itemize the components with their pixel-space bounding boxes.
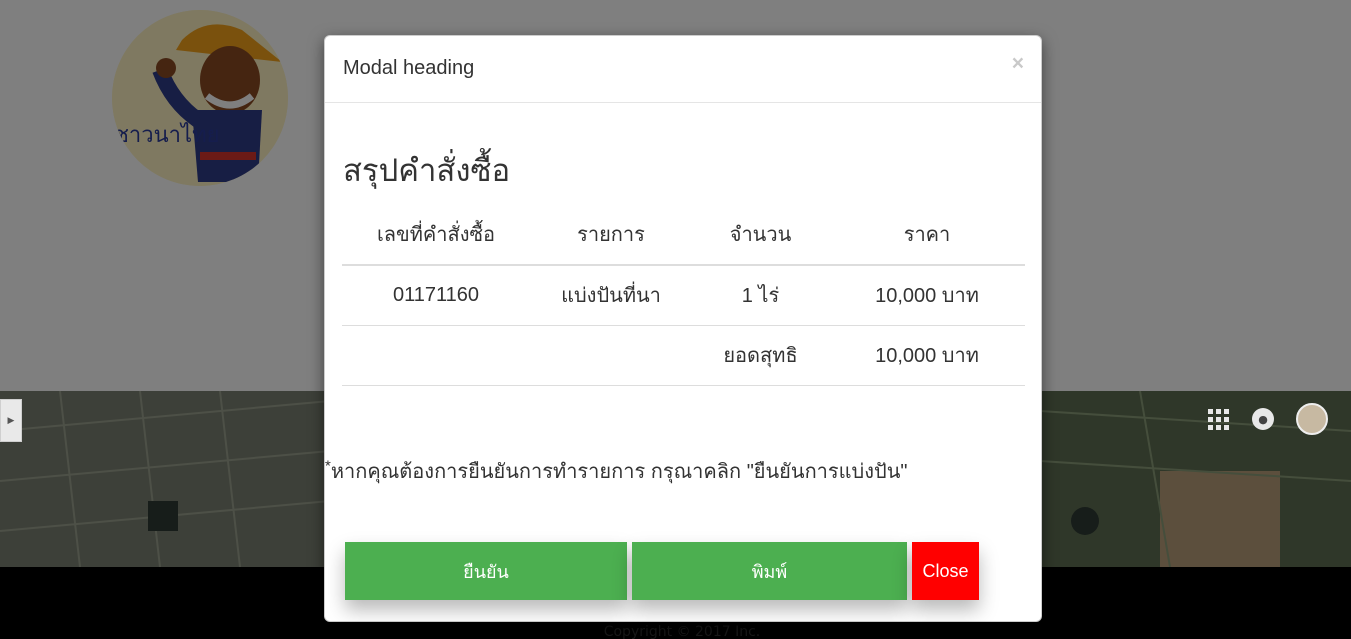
cell-price: 10,000 บาท (829, 265, 1025, 326)
header-quantity: จำนวน (692, 203, 829, 266)
map-toolbar: ● (1206, 403, 1328, 435)
header-order-number: เลขที่คำสั่งซื้อ (342, 203, 530, 266)
note-text: หากคุณต้องการยืนยันการทำรายการ กรุณาคลิก… (330, 461, 908, 483)
confirm-button[interactable]: ยืนยัน (345, 542, 627, 600)
table-header-row: เลขที่คำสั่งซื้อ รายการ จำนวน ราคา (342, 203, 1025, 266)
order-table: เลขที่คำสั่งซื้อ รายการ จำนวน ราคา 01171… (342, 203, 1025, 386)
total-label: ยอดสุทธิ (692, 325, 829, 386)
cell-item: แบ่งปันที่นา (530, 265, 692, 326)
order-summary-modal: Modal heading × สรุปคำสั่งซื้อ เลขที่คำส… (324, 35, 1042, 622)
close-button[interactable]: Close (912, 542, 979, 600)
header-price: ราคา (829, 203, 1025, 266)
modal-header: Modal heading × (325, 36, 1041, 103)
bell-icon[interactable]: ● (1252, 408, 1274, 430)
total-value: 10,000 บาท (829, 325, 1025, 386)
table-row: 01171160 แบ่งปันที่นา 1 ไร่ 10,000 บาท (342, 265, 1025, 326)
cell-quantity: 1 ไร่ (692, 265, 829, 326)
avatar[interactable] (1296, 403, 1328, 435)
confirm-note: *หากคุณต้องการยืนยันการทำรายการ กรุณาคลิ… (325, 455, 907, 487)
close-icon[interactable]: × (1012, 53, 1024, 74)
cell-empty (342, 325, 530, 386)
cell-order-number: 01171160 (342, 265, 530, 326)
cell-empty (530, 325, 692, 386)
apps-grid-icon[interactable] (1206, 407, 1230, 431)
header-item: รายการ (530, 203, 692, 266)
chevron-right-icon: ▶ (7, 415, 15, 426)
table-total-row: ยอดสุทธิ 10,000 บาท (342, 325, 1025, 386)
summary-title: สรุปคำสั่งซื้อ (343, 153, 511, 188)
map-panel-toggle[interactable]: ▶ (0, 399, 22, 442)
print-button[interactable]: พิมพ์ (632, 542, 907, 600)
modal-title: Modal heading (343, 57, 475, 79)
